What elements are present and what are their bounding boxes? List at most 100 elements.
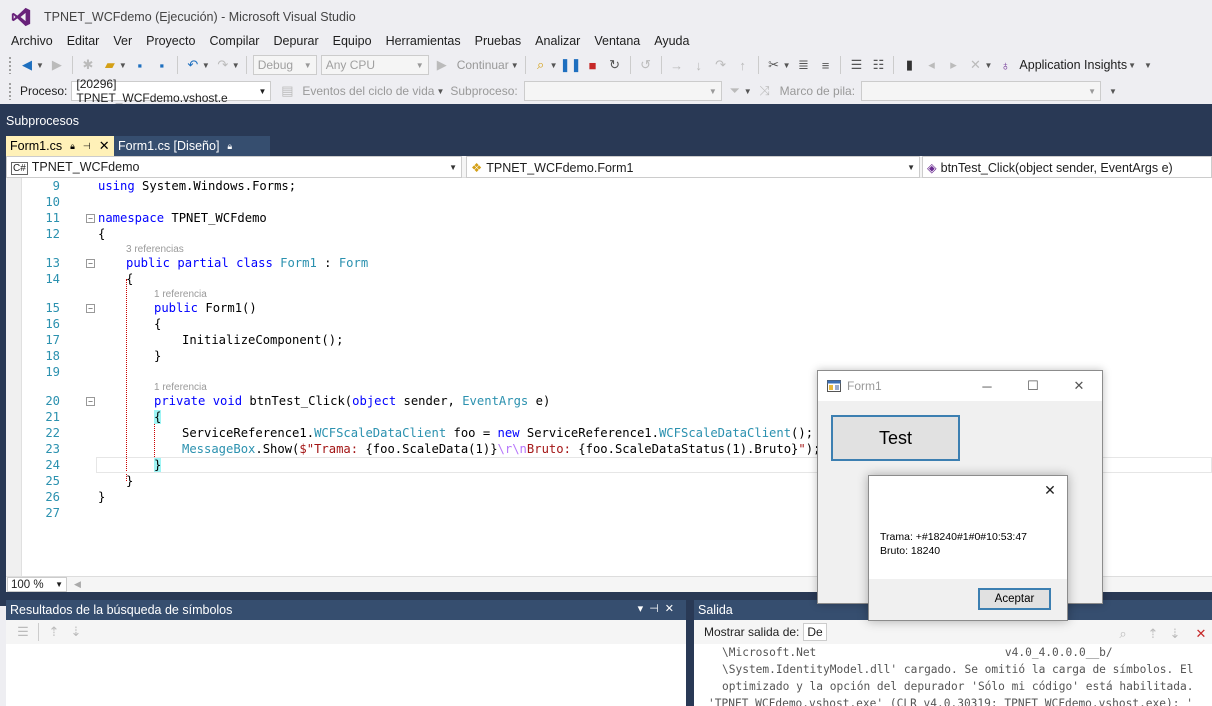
show-next-statement-icon[interactable]: ↺ [636,55,656,75]
move-up-icon[interactable]: ⇡ [44,622,64,642]
step-back-icon[interactable]: ↷ [711,55,731,75]
toolbar-overflow-icon[interactable]: ▼ [1109,87,1117,96]
lifecycle-dropdown-icon[interactable]: ▼ [436,87,444,96]
collapse-icon[interactable]: − [86,397,95,406]
menu-editar[interactable]: Editar [60,34,107,48]
previous-message-icon[interactable]: ⇡ [1143,624,1163,644]
pin-icon[interactable]: ⊣ [649,603,665,615]
menu-ventana[interactable]: Ventana [587,34,647,48]
step-over-icon[interactable]: → [667,55,687,75]
continue-button[interactable]: Continuar [457,58,509,72]
stop-icon[interactable]: ■ [583,55,603,75]
zoom-select[interactable]: 100 % ▼ [7,577,67,592]
forward-icon[interactable]: ▶ [47,55,67,75]
toggle-flagged-threads-icon[interactable]: ⤨ [755,81,775,101]
menu-herramientas[interactable]: Herramientas [379,34,468,48]
menu-depurar[interactable]: Depurar [266,34,325,48]
application-insights-dropdown-icon[interactable]: ▼ [1128,61,1136,70]
outdent-icon[interactable]: ☷ [868,55,888,75]
menu-analizar[interactable]: Analizar [528,34,587,48]
undo-icon[interactable]: ↶ [183,55,203,75]
test-button[interactable]: Test [831,415,960,461]
tab-form1-design[interactable]: Form1.cs [Diseño] 🔒︎ [114,136,270,156]
code-token: namespace [98,211,165,225]
form1-title-bar[interactable]: Form1 ─ ☐ ✕ [818,371,1102,401]
step-into-icon[interactable]: ↓ [689,55,709,75]
close-icon[interactable]: ✕ [99,138,110,154]
bookmarks-dropdown-icon[interactable]: ▼ [984,61,992,70]
find-message-icon[interactable]: ⌕ [1113,624,1133,644]
open-dropdown-icon[interactable]: ▼ [119,61,127,70]
threads-tab-label[interactable]: Subprocesos [6,114,79,128]
move-down-icon[interactable]: ⇣ [66,622,86,642]
menu-ayuda[interactable]: Ayuda [647,34,696,48]
open-file-icon[interactable]: ▰ [100,55,120,75]
save-all-icon[interactable]: ▪ [152,55,172,75]
restart-icon[interactable]: ↻ [605,55,625,75]
output-source-select[interactable]: De [803,623,827,641]
panel-menu-icon[interactable]: ▾ [638,603,650,615]
class-select[interactable]: ❖ TPNET_WCFdemo.Form1 ▼ [466,156,920,178]
menu-equipo[interactable]: Equipo [326,34,379,48]
close-icon[interactable]: ✕ [1033,476,1067,504]
menu-archivo[interactable]: Archivo [4,34,60,48]
collapse-icon[interactable]: − [86,304,95,313]
collapse-icon[interactable]: − [86,259,95,268]
clear-all-icon[interactable]: ✕ [1191,624,1211,644]
menu-proyecto[interactable]: Proyecto [139,34,202,48]
back-dropdown-icon[interactable]: ▼ [36,61,44,70]
collapse-icon[interactable]: − [86,214,95,223]
platform-select[interactable]: Any CPU ▼ [320,55,429,75]
application-insights-button[interactable]: Application Insights [1019,58,1127,72]
save-icon[interactable]: ▪ [130,55,150,75]
menu-ver[interactable]: Ver [106,34,139,48]
bookmark-icon[interactable]: ▮ [899,55,919,75]
breakpoints-icon[interactable]: ✂ [764,55,784,75]
stack-frame-select[interactable]: ▼ [861,81,1102,101]
close-icon[interactable]: ✕ [1056,371,1102,401]
step-out-icon[interactable]: ↑ [733,55,753,75]
tab-form1-cs[interactable]: Form1.cs 🔒︎ ⊣ ✕ [6,136,114,156]
project-select[interactable]: C# TPNET_WCFdemo ▼ [6,156,462,178]
play-icon[interactable]: ▶ [432,55,452,75]
toggle-list-icon[interactable]: ☰ [13,622,33,642]
pause-icon[interactable]: ❚❚ [560,55,582,75]
back-icon[interactable]: ◀ [17,55,37,75]
continue-dropdown-icon[interactable]: ▼ [511,61,519,70]
comment-out-icon[interactable]: ≣ [793,55,813,75]
panel-splitter[interactable] [686,600,694,706]
menu-compilar[interactable]: Compilar [202,34,266,48]
accept-button[interactable]: Aceptar [978,588,1051,610]
toolbar-grip[interactable] [8,82,12,100]
minimize-icon[interactable]: ─ [964,371,1010,401]
find-in-files-icon[interactable]: ⌕ [531,55,551,75]
clear-bookmarks-icon[interactable]: ✕ [965,55,985,75]
new-project-icon[interactable]: ✱ [78,55,98,75]
redo-icon[interactable]: ↷ [213,55,233,75]
filter-dropdown-icon[interactable]: ▼ [744,87,752,96]
filter-icon[interactable]: ⏷ [725,81,745,101]
process-select[interactable]: [20296] TPNET_WCFdemo.vshost.e ▼ [71,77,272,105]
find-dropdown-icon[interactable]: ▼ [550,61,558,70]
toolbar-grip[interactable] [8,56,12,74]
maximize-icon[interactable]: ☐ [1010,371,1056,401]
redo-dropdown-icon[interactable]: ▼ [232,61,240,70]
undo-dropdown-icon[interactable]: ▼ [202,61,210,70]
member-select[interactable]: ◈ btnTest_Click(object sender, EventArgs … [922,156,1212,178]
uncomment-icon[interactable]: ≡ [815,55,835,75]
configuration-select[interactable]: Debug ▼ [252,55,317,75]
thread-select[interactable]: ▼ [523,81,722,101]
breakpoints-dropdown-icon[interactable]: ▼ [783,61,791,70]
close-icon[interactable]: ✕ [665,603,680,615]
lifecycle-events-icon[interactable]: ▤ [277,81,297,101]
next-message-icon[interactable]: ⇣ [1165,624,1185,644]
lifecycle-events-button[interactable]: Eventos del ciclo de vida [302,84,434,98]
indent-icon[interactable]: ☰ [846,55,866,75]
toolbar-overflow-icon[interactable]: ▼ [1144,61,1152,70]
previous-bookmark-icon[interactable]: ◂ [921,55,941,75]
next-bookmark-icon[interactable]: ▸ [943,55,963,75]
output-text[interactable]: \Microsoft.Net v4.0_4.0.0.0__b/ \System.I… [694,644,1212,706]
scroll-left-icon[interactable]: ◀ [74,579,81,590]
menu-pruebas[interactable]: Pruebas [468,34,529,48]
pin-icon[interactable]: ⊣ [83,141,91,152]
